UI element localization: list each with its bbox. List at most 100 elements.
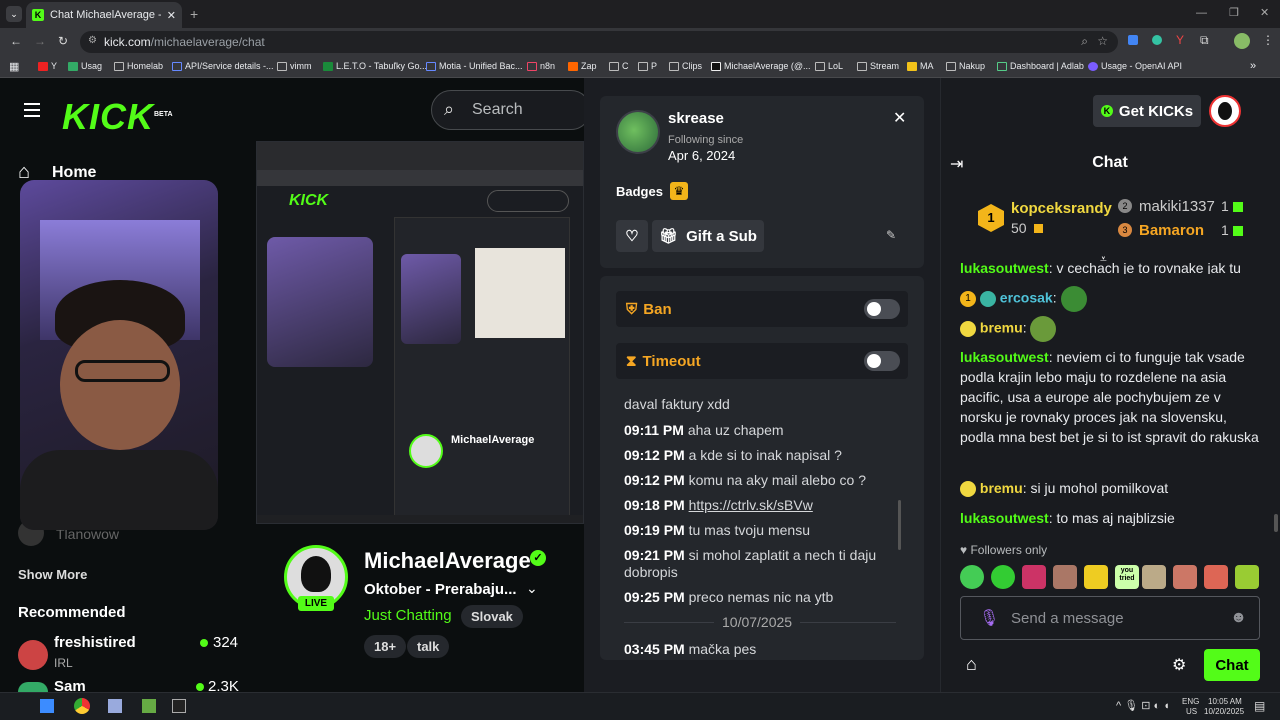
emote-button[interactable] — [1235, 565, 1259, 589]
settings-gear-icon[interactable]: ⚙ — [1172, 655, 1186, 675]
emoji-picker-icon[interactable]: ☻ — [1230, 609, 1247, 627]
bookmark[interactable]: Homelab — [114, 61, 163, 71]
bookmark[interactable]: P — [638, 61, 657, 71]
bookmark[interactable]: Clips — [669, 61, 702, 71]
hamburger-menu-icon[interactable] — [24, 103, 40, 117]
stream-tag[interactable]: talk — [407, 635, 450, 658]
chat-scrollbar[interactable] — [1274, 514, 1278, 532]
chat-message: bremu: si ju mohol pomilkovat — [960, 478, 1260, 498]
search-input[interactable]: ⌕ Search — [431, 90, 591, 130]
user-avatar[interactable] — [1209, 95, 1241, 127]
stream-tag[interactable]: 18+ — [364, 635, 407, 658]
zoom-icon[interactable]: ⌕ — [1081, 34, 1088, 49]
forward-icon[interactable]: → — [34, 34, 46, 48]
kick-logo[interactable]: KICKBETA — [62, 96, 173, 138]
emote-button[interactable] — [1173, 565, 1197, 589]
pepe-emote — [1030, 316, 1057, 342]
emote-button[interactable] — [1053, 565, 1077, 589]
language-tag[interactable]: Slovak — [461, 605, 523, 628]
avatar[interactable] — [18, 682, 48, 692]
follow-button[interactable]: ♡ — [616, 220, 648, 252]
app-icon[interactable] — [108, 699, 122, 713]
store-icon[interactable]: ⌂ — [966, 654, 977, 675]
bookmark[interactable]: Zap — [568, 61, 597, 71]
avatar-illustration — [301, 556, 331, 592]
bookmark[interactable]: Motia - Unified Bac... — [426, 61, 523, 71]
emote-button[interactable] — [1084, 565, 1108, 589]
gift-sub-button[interactable]: 🎁︎ Gift a Sub — [652, 220, 764, 252]
chrome-icon[interactable] — [74, 698, 90, 714]
app-icon[interactable] — [142, 699, 156, 713]
close-modal-icon[interactable]: ✕ — [893, 108, 906, 128]
timeout-toggle[interactable] — [864, 351, 900, 371]
emote-button[interactable] — [1204, 565, 1228, 589]
scrollbar[interactable] — [898, 500, 901, 550]
bookmark[interactable]: Y — [38, 61, 57, 71]
send-chat-button[interactable]: Chat — [1204, 649, 1260, 681]
kick-coin-icon: K — [1100, 105, 1113, 117]
apps-grid-icon[interactable]: ▦ — [9, 60, 19, 73]
leaderboard-name[interactable]: kopceksrandy — [1011, 200, 1112, 217]
bookmark[interactable]: C — [609, 61, 629, 71]
bookmark[interactable]: MichaelAverage (@... — [711, 61, 811, 71]
zapier-icon — [568, 61, 578, 71]
new-tab-button[interactable]: + — [190, 6, 198, 22]
chat-message-input[interactable]: 🎙︎ Send a message ☻ — [960, 596, 1260, 640]
video-player[interactable]: KICK MichaelAverage — [256, 141, 584, 524]
avatar[interactable] — [18, 640, 48, 670]
message-link[interactable]: https://ctrlv.sk/sBVw — [689, 497, 813, 513]
mute-user-icon[interactable]: ✎ — [886, 228, 896, 242]
ban-toggle[interactable] — [864, 299, 900, 319]
get-kicks-button[interactable]: K Get KICKs — [1093, 95, 1201, 127]
reload-icon[interactable]: ↻ — [58, 34, 68, 48]
bookmark-star-icon[interactable]: ☆ — [1097, 34, 1108, 48]
url-bar[interactable]: ⚙ kick.com/michaelaverage/chat ⌕ ☆ — [80, 31, 1118, 53]
bookmark[interactable]: Stream — [857, 61, 899, 71]
you-tried-emote[interactable]: you tried — [1115, 565, 1139, 589]
language-code[interactable]: ENG — [1182, 697, 1199, 706]
active-tab[interactable]: K Chat MichaelAverage - Watch l ✕ — [26, 2, 182, 28]
windows-start-icon[interactable] — [40, 699, 54, 713]
profile-avatar[interactable] — [1234, 33, 1250, 49]
extension-icon[interactable]: Y — [1176, 33, 1184, 47]
bookmark[interactable]: MA — [907, 61, 934, 71]
bookmark[interactable]: Usag — [68, 61, 102, 71]
emote-button[interactable] — [991, 565, 1015, 589]
clock-time[interactable]: 10:05 AM — [1208, 697, 1242, 706]
emote-button[interactable] — [1022, 565, 1046, 589]
streamer-name[interactable]: MichaelAverage — [364, 548, 531, 574]
bookmark[interactable]: Usage - OpenAI API — [1088, 61, 1182, 71]
tab-search-button[interactable]: ⌄ — [6, 6, 22, 22]
bookmark[interactable]: Dashboard | Adlab — [997, 61, 1084, 71]
extension-icon[interactable] — [1152, 35, 1162, 45]
back-icon[interactable]: ← — [10, 34, 22, 48]
menu-kebab-icon[interactable]: ⋮ — [1262, 33, 1274, 47]
minimize-button[interactable]: — — [1196, 7, 1207, 19]
rec-channel-name[interactable]: freshistired — [54, 634, 136, 651]
emote-button[interactable] — [960, 565, 984, 589]
extension-icon[interactable] — [1128, 35, 1138, 45]
show-more-link[interactable]: Show More — [18, 567, 87, 582]
notifications-icon[interactable]: ▤ — [1254, 699, 1265, 713]
more-bookmarks-icon[interactable]: » — [1250, 60, 1256, 72]
stream-category[interactable]: Just Chatting — [364, 607, 452, 624]
maximize-button[interactable]: ❐ — [1229, 6, 1239, 19]
bookmark[interactable]: Nakup — [946, 61, 985, 71]
bookmark[interactable]: API/Service details -... — [172, 61, 274, 71]
emote-button[interactable] — [1142, 565, 1166, 589]
extensions-puzzle-icon[interactable]: ⧉ — [1200, 33, 1209, 48]
bookmark[interactable]: vimm — [277, 61, 312, 71]
close-tab-icon[interactable]: ✕ — [167, 9, 176, 22]
bookmark[interactable]: n8n — [527, 61, 555, 71]
chevron-down-icon[interactable]: ⌄ — [526, 580, 538, 597]
close-window-button[interactable]: ✕ — [1260, 6, 1269, 19]
terminal-icon[interactable] — [172, 699, 186, 713]
message-history-item: 09:18 PM https://ctrlv.sk/sBVw — [624, 497, 813, 513]
bookmark[interactable]: L.E.T.O - Tabuľky Go... — [323, 61, 427, 71]
leaderboard-name[interactable]: makiki1337 — [1139, 198, 1215, 215]
leaderboard-name[interactable]: Bamaron — [1139, 222, 1204, 239]
tray-icons[interactable]: ^ 🎙︎ ⊡ ◐ ◖ — [1116, 699, 1170, 712]
bookmark[interactable]: LoL — [815, 61, 843, 71]
microphone-icon[interactable]: 🎙︎ — [979, 608, 999, 628]
site-info-icon[interactable]: ⚙ — [88, 35, 97, 46]
